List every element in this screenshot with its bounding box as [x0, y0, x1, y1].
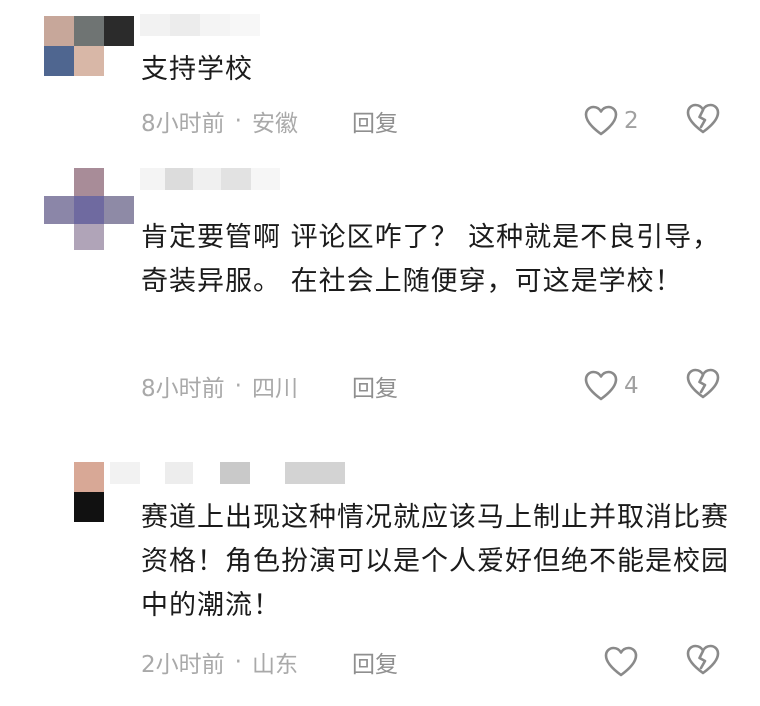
username-blurred: [110, 462, 360, 484]
comment-meta: 2小时前 · 山东: [141, 644, 298, 680]
meta-separator: ·: [234, 649, 242, 675]
broken-heart-icon: [686, 644, 720, 680]
dislike-button[interactable]: [686, 644, 720, 680]
reply-button[interactable]: 回复: [352, 644, 398, 680]
comment-location: 山东: [251, 652, 298, 678]
like-button[interactable]: [604, 644, 644, 680]
comment-time: 2小时前: [141, 652, 225, 678]
comment-item: 赛道上出现这种情况就应该马上制止并取消比赛资格！角色扮演可以是个人爱好但绝不能是…: [0, 0, 760, 700]
heart-outline-icon: [604, 646, 638, 678]
comment-text: 赛道上出现这种情况就应该马上制止并取消比赛资格！角色扮演可以是个人爱好但绝不能是…: [141, 502, 729, 621]
